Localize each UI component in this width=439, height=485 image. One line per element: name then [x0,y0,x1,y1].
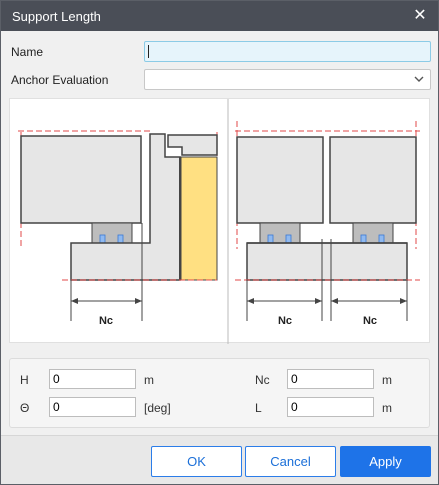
dim-arrow [71,298,78,304]
l-input[interactable] [287,397,374,417]
parameter-panel: H m Θ [deg] Nc m L m [9,358,430,428]
pier-cap [246,242,408,281]
h-input[interactable] [49,369,136,389]
backwall [167,134,218,156]
cancel-button[interactable]: Cancel [245,446,336,477]
support-length-diagram: Nc Nc Nc [9,98,430,344]
anchor-evaluation-select[interactable] [144,69,431,90]
apply-button[interactable]: Apply [340,446,431,477]
l-label: L [255,401,262,415]
h-label: H [20,373,29,387]
dim-arrow [135,298,142,304]
bearing-left [91,222,133,244]
ok-button[interactable]: OK [151,446,242,477]
theta-input[interactable] [49,397,136,417]
text-caret [148,45,149,58]
l-unit: m [382,401,392,415]
dim-arrow [331,298,338,304]
dim-label-nc: Nc [278,315,292,327]
name-label: Name [11,45,44,59]
dim-arrow [315,298,322,304]
diagram-svg: Nc Nc Nc [18,99,420,344]
theta-unit: [deg] [144,401,171,415]
girder-left [20,135,142,224]
close-icon[interactable]: ✕ [410,6,430,26]
girder-right-1 [236,136,324,224]
anchor-evaluation-label: Anchor Evaluation [11,73,109,87]
support-length-dialog: Support Length ✕ Name Anchor Evaluation [0,0,439,485]
dim-label-nc: Nc [363,315,377,327]
girder-right-2 [329,136,417,224]
nc-input[interactable] [287,369,374,389]
title-bar[interactable]: Support Length ✕ [1,1,438,31]
nc-label: Nc [255,373,270,387]
dialog-footer: OK Cancel Apply [1,435,438,484]
h-unit: m [144,373,154,387]
dim-arrow [247,298,254,304]
dim-arrow [400,298,407,304]
theta-label: Θ [20,401,30,415]
backfill [180,156,218,281]
chevron-down-icon [414,76,424,82]
name-input[interactable] [144,41,431,62]
nc-unit: m [382,373,392,387]
bearing-right-1 [259,222,301,244]
dialog-title: Support Length [12,9,101,24]
bearing-right-2 [352,222,394,244]
dim-label-nc: Nc [99,315,113,327]
